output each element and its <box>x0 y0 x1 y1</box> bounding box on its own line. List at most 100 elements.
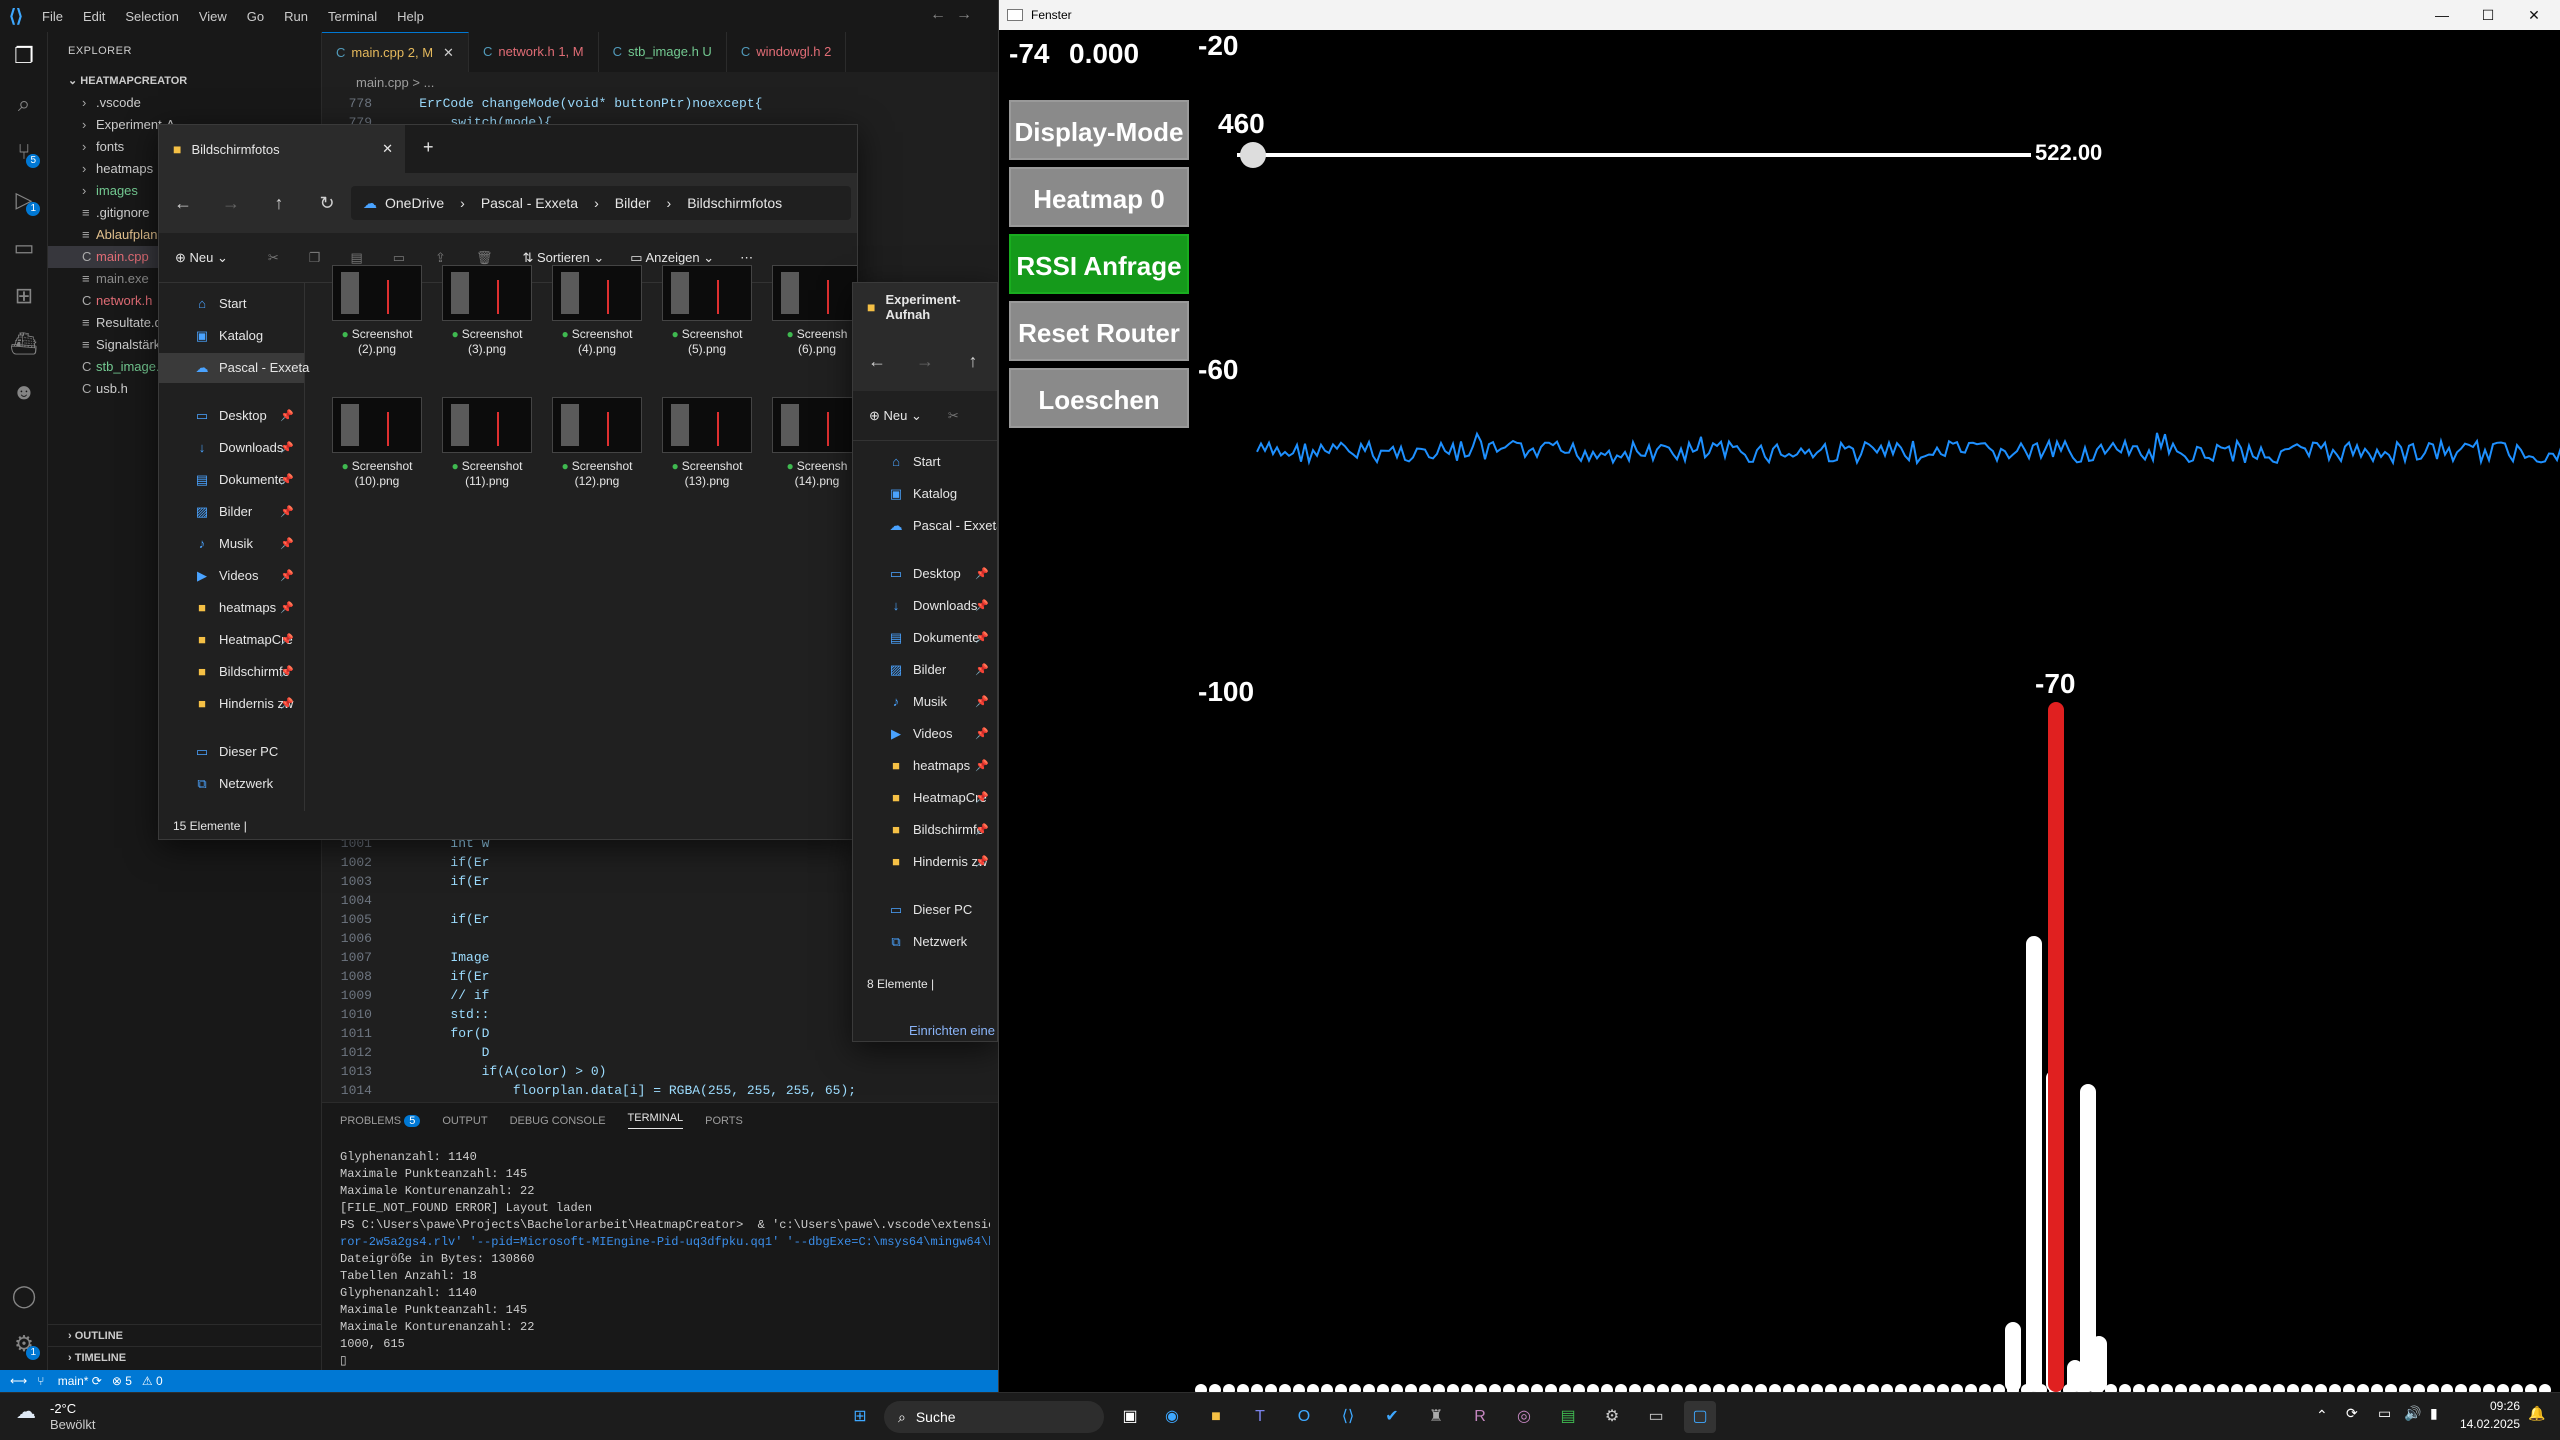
refresh-icon[interactable]: ↻ <box>303 193 351 214</box>
task-view-icon[interactable]: ▣ <box>1114 1401 1146 1433</box>
nav-item[interactable]: ▣ Katalog <box>159 321 304 351</box>
file-thumbnail[interactable]: ● Screenshot (10).png <box>329 397 425 525</box>
timeline-section[interactable]: › TIMELINE <box>48 1346 322 1368</box>
menu-terminal[interactable]: Terminal <box>318 9 387 24</box>
copy-icon[interactable]: ❐ <box>309 250 321 266</box>
view-button[interactable]: ▭ Anzeigen ⌄ <box>630 250 714 266</box>
gear-icon[interactable]: ⚙ 1 <box>8 1328 40 1360</box>
nav-item[interactable]: ▭ Dieser PC <box>853 895 997 925</box>
cut-icon[interactable]: ✂ <box>268 250 279 266</box>
editor-tab[interactable]: Cnetwork.h 1, M <box>469 32 599 72</box>
file-thumbnail[interactable]: ● Screenshot (13).png <box>659 397 755 525</box>
github-icon[interactable]: ◎ <box>1508 1401 1540 1433</box>
nav-item[interactable]: ♪ Musik 📌 <box>853 687 997 717</box>
nav-item[interactable]: ▨ Bilder 📌 <box>159 497 304 527</box>
nav-item[interactable]: ■ Hindernis zw 📌 <box>853 847 997 877</box>
back-arrow-icon[interactable]: ← <box>159 193 207 214</box>
nav-item[interactable]: ▶ Videos 📌 <box>853 719 997 749</box>
file-thumbnail[interactable]: ● Screenshot (2).png <box>329 265 425 393</box>
vscode-taskbar-icon[interactable]: ⟨⟩ <box>1332 1401 1364 1433</box>
code-line[interactable]: 1006 <box>322 929 388 948</box>
new-tab-icon[interactable]: + <box>423 137 434 158</box>
search-icon[interactable]: ⌕ <box>8 88 40 120</box>
close-icon[interactable]: ✕ <box>2511 0 2557 30</box>
file-thumbnail[interactable]: ● Screenshot (5).png <box>659 265 755 393</box>
edge-icon[interactable]: ◉ <box>1156 1401 1188 1433</box>
source-control-icon[interactable]: ⑂ 5 <box>8 136 40 168</box>
rider-icon[interactable]: R <box>1464 1401 1496 1433</box>
code-line[interactable]: 1010 std:: <box>322 1005 490 1024</box>
forward-arrow-icon[interactable]: → <box>956 6 972 24</box>
remote-icon[interactable]: ⟷ <box>10 1374 27 1388</box>
menu-go[interactable]: Go <box>237 9 274 24</box>
code-line[interactable]: 778 ErrCode changeMode(void* buttonPtr)n… <box>322 94 763 113</box>
nav-item[interactable]: ☁ Pascal - Exxeta <box>159 353 309 383</box>
tab-output[interactable]: OUTPUT <box>442 1115 487 1127</box>
code-line[interactable]: 1002 if(Er <box>322 853 490 872</box>
nav-item[interactable]: ▭ Desktop 📌 <box>159 401 304 431</box>
maximize-icon[interactable]: ☐ <box>2465 0 2511 30</box>
close-tab-icon[interactable]: ✕ <box>443 45 454 60</box>
editor-tab[interactable]: Cmain.cpp 2, M ✕ <box>322 32 469 72</box>
teams-icon[interactable]: T <box>1244 1401 1276 1433</box>
chevron-up-icon[interactable]: ⌃ <box>2316 1407 2328 1424</box>
menu-run[interactable]: Run <box>274 9 318 24</box>
file-explorer-icon[interactable]: ■ <box>1200 1401 1232 1433</box>
nav-item[interactable]: ▤ Dokumente 📌 <box>159 465 304 495</box>
code-line[interactable]: 1007 Image <box>322 948 490 967</box>
sync-icon[interactable]: ⟳ <box>2346 1405 2358 1422</box>
nav-item[interactable]: ▤ Dokumente 📌 <box>853 623 997 653</box>
outlook-icon[interactable]: O <box>1288 1401 1320 1433</box>
file-thumbnail[interactable]: ● Screensh (14).png <box>769 397 857 525</box>
file-thumbnail[interactable]: ● Screensh (6).png <box>769 265 857 393</box>
setup-link[interactable]: Einrichten eine <box>909 1023 995 1038</box>
windows-start-icon[interactable]: ⊞ <box>844 1401 876 1433</box>
minimize-icon[interactable]: — <box>2419 0 2465 30</box>
code-line[interactable]: 1011 for(D <box>322 1024 490 1043</box>
nav-item[interactable]: ■ heatmaps 📌 <box>853 751 997 781</box>
explorer-files-icon[interactable]: ❐ <box>8 40 40 72</box>
nav-item[interactable]: ■ Bildschirmfo 📌 <box>853 815 997 845</box>
back-arrow-icon[interactable]: ← <box>930 6 946 24</box>
clock-date[interactable]: 14.02.2025 <box>2446 1417 2520 1431</box>
explorer-tab[interactable]: ■ Bildschirmfotos ✕ <box>159 125 405 173</box>
clock-time[interactable]: 09:26 <box>2456 1399 2520 1413</box>
up-arrow-icon[interactable]: ↑ <box>949 351 997 372</box>
forward-arrow-icon[interactable]: → <box>901 351 949 372</box>
code-line[interactable]: 1012 D <box>322 1043 490 1062</box>
notification-bell-icon[interactable]: 🔔 <box>2528 1405 2545 1422</box>
editor-tab[interactable]: Cstb_image.h U <box>599 32 727 72</box>
docker-icon[interactable]: ⛴ <box>8 328 40 360</box>
cut-icon[interactable]: ✂ <box>948 408 959 424</box>
nav-item[interactable]: ♪ Musik 📌 <box>159 529 304 559</box>
menu-selection[interactable]: Selection <box>115 9 188 24</box>
more-options-icon[interactable]: ⋯ <box>740 250 753 266</box>
warning-count[interactable]: ⚠ 0 <box>142 1374 163 1388</box>
network-icon[interactable]: ▭ <box>2378 1405 2391 1422</box>
weather-temp[interactable]: -2°C <box>50 1401 76 1416</box>
menu-edit[interactable]: Edit <box>73 9 115 24</box>
weather-cloud-icon[interactable]: ☁ <box>16 1399 36 1424</box>
nav-item[interactable]: ■ Bildschirmfo 📌 <box>159 657 304 687</box>
volume-icon[interactable]: 🔊 <box>2404 1405 2421 1422</box>
address-bar[interactable]: ☁ OneDrive › Pascal - Exxeta › Bilder › Bil… <box>351 186 851 220</box>
tab-problems[interactable]: PROBLEMS 5 <box>340 1114 421 1127</box>
nav-item[interactable]: ⧉ Netzwerk <box>853 927 997 957</box>
new-button[interactable]: ⊕ Neu ⌄ <box>869 408 922 424</box>
fenster-app-icon[interactable]: ▢ <box>1684 1401 1716 1433</box>
delete-icon[interactable]: 🗑 <box>476 250 493 266</box>
nav-item[interactable]: ⧉ Netzwerk <box>159 769 304 799</box>
git-branch[interactable]: ⑂ main* ⟳ <box>37 1374 102 1388</box>
project-folder[interactable]: ⌄ HEATMAPCREATOR <box>48 70 321 92</box>
terminal-output[interactable]: Glyphenanzahl: 1140 Maximale Punkteanzahl… <box>340 1149 990 1370</box>
nav-item[interactable]: ▶ Videos 📌 <box>159 561 304 591</box>
battery-icon[interactable]: ▮ <box>2430 1405 2438 1422</box>
nav-item[interactable]: ■ Hindernis zw 📌 <box>159 689 304 719</box>
breadcrumb[interactable]: main.cpp > ... <box>322 72 998 94</box>
file-tree-item[interactable]: › .vscode <box>48 92 321 114</box>
up-arrow-icon[interactable]: ↑ <box>255 193 303 214</box>
nav-item[interactable]: ▭ Desktop 📌 <box>853 559 997 589</box>
settings-gear-icon[interactable]: ⚙ <box>1596 1401 1628 1433</box>
tab-ports[interactable]: PORTS <box>705 1115 743 1127</box>
file-thumbnail[interactable]: ● Screenshot (12).png <box>549 397 645 525</box>
